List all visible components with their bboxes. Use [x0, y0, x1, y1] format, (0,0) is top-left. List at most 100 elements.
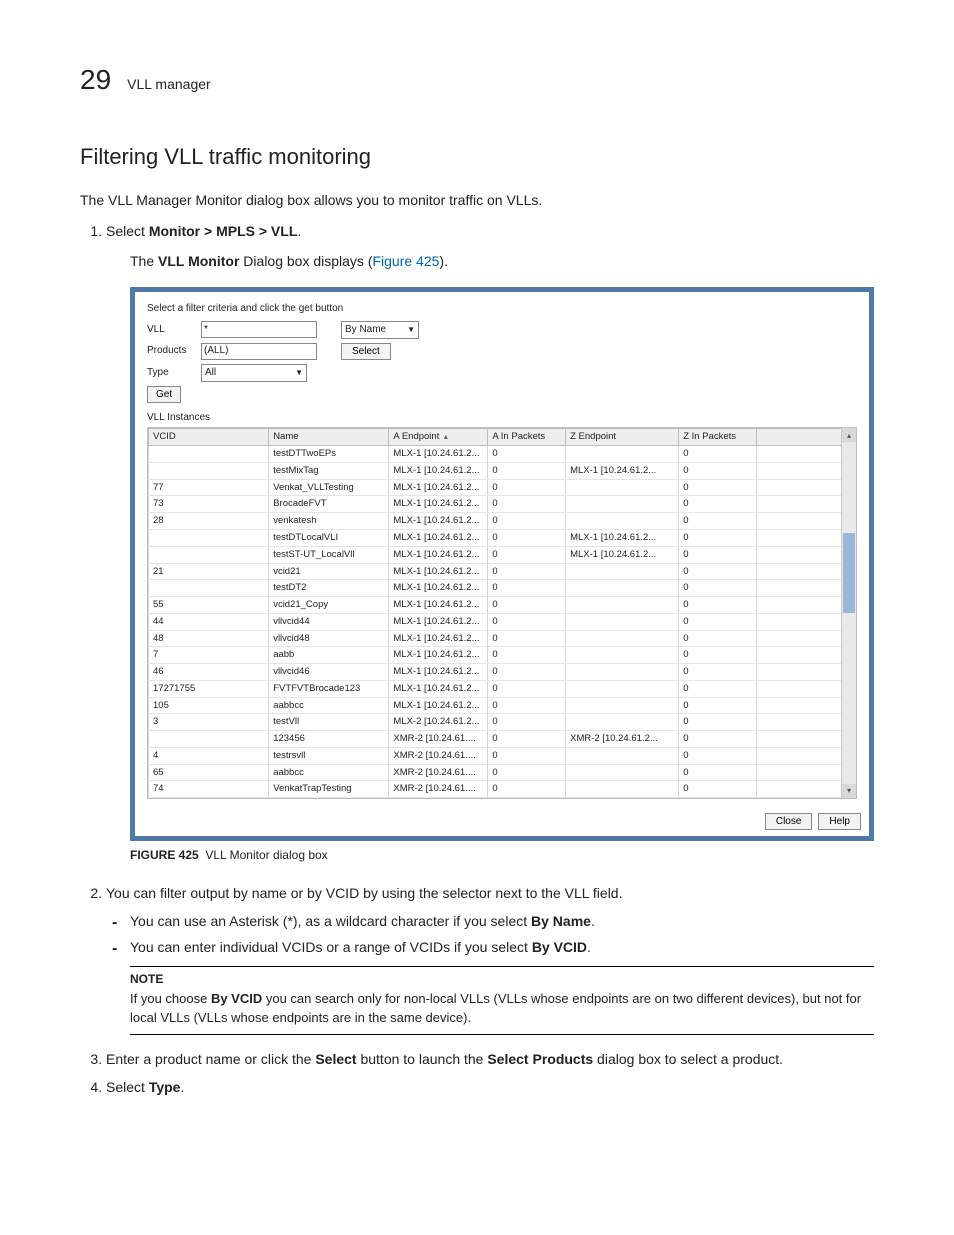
byname-select[interactable]: By Name ▼: [341, 321, 419, 339]
cell-ain: 0: [488, 731, 566, 748]
vll-monitor-dialog: Select a filter criteria and click the g…: [130, 287, 874, 841]
cell-aep: MLX-1 [10.24.61.2...: [389, 664, 488, 681]
table-row[interactable]: 21vcid21MLX-1 [10.24.61.2...00: [149, 563, 856, 580]
table-row[interactable]: 28venkateshMLX-1 [10.24.61.2...00: [149, 513, 856, 530]
table-row[interactable]: 77Venkat_VLLTestingMLX-1 [10.24.61.2...0…: [149, 479, 856, 496]
cell-aep: MLX-1 [10.24.61.2...: [389, 563, 488, 580]
select-button[interactable]: Select: [341, 343, 391, 360]
table-row[interactable]: testMixTagMLX-1 [10.24.61.2...0MLX-1 [10…: [149, 462, 856, 479]
table-row[interactable]: testDTTwoEPsMLX-1 [10.24.61.2...00: [149, 446, 856, 463]
cell-name: Venkat_VLLTesting: [269, 479, 389, 496]
type-label: Type: [147, 366, 195, 381]
cell-aep: MLX-1 [10.24.61.2...: [389, 647, 488, 664]
cell-name: BrocadeFVT: [269, 496, 389, 513]
cell-aep: MLX-1 [10.24.61.2...: [389, 546, 488, 563]
cell-ain: 0: [488, 613, 566, 630]
cell-zep: [566, 647, 679, 664]
col-vcid[interactable]: VCID: [149, 429, 269, 446]
step-1: Select Monitor > MPLS > VLL. The VLL Mon…: [106, 221, 874, 865]
cell-name: VenkatTrapTesting: [269, 781, 389, 798]
help-button[interactable]: Help: [818, 813, 861, 830]
cell-aep: MLX-1 [10.24.61.2...: [389, 513, 488, 530]
cell-name: aabb: [269, 647, 389, 664]
cell-vcid: 48: [149, 630, 269, 647]
table-row[interactable]: 17271755FVTFVTBrocade123MLX-1 [10.24.61.…: [149, 680, 856, 697]
cell-aep: MLX-1 [10.24.61.2...: [389, 529, 488, 546]
cell-ain: 0: [488, 764, 566, 781]
col-ainpackets[interactable]: A In Packets: [488, 429, 566, 446]
step1-sub-d: ).: [439, 253, 448, 269]
cell-aep: MLX-1 [10.24.61.2...: [389, 697, 488, 714]
cell-ain: 0: [488, 462, 566, 479]
page-number: 29: [80, 60, 111, 101]
close-button[interactable]: Close: [765, 813, 813, 830]
table-row[interactable]: 73BrocadeFVTMLX-1 [10.24.61.2...00: [149, 496, 856, 513]
get-button[interactable]: Get: [147, 386, 181, 403]
cell-ain: 0: [488, 781, 566, 798]
cell-ain: 0: [488, 479, 566, 496]
figure-caption: FIGURE 425 VLL Monitor dialog box: [130, 847, 874, 864]
vll-input[interactable]: [201, 321, 317, 338]
type-select[interactable]: All ▼: [201, 364, 307, 382]
cell-ain: 0: [488, 647, 566, 664]
scroll-thumb[interactable]: [843, 533, 855, 613]
vll-label: VLL: [147, 323, 195, 338]
col-zendpoint[interactable]: Z Endpoint: [566, 429, 679, 446]
step2-text: You can filter output by name or by VCID…: [106, 885, 622, 901]
table-row[interactable]: 105aabbccMLX-1 [10.24.61.2...00: [149, 697, 856, 714]
table-row[interactable]: 74VenkatTrapTestingXMR-2 [10.24.61....00: [149, 781, 856, 798]
cell-vcid: 74: [149, 781, 269, 798]
table-row[interactable]: 55vcid21_CopyMLX-1 [10.24.61.2...00: [149, 597, 856, 614]
step2-bullet-2: You can enter individual VCIDs or a rang…: [130, 937, 874, 957]
table-row[interactable]: testDT2MLX-1 [10.24.61.2...00: [149, 580, 856, 597]
cell-zep: [566, 613, 679, 630]
cell-ain: 0: [488, 664, 566, 681]
cell-zep: MLX-1 [10.24.61.2...: [566, 462, 679, 479]
cell-name: vcid21: [269, 563, 389, 580]
table-row[interactable]: 48vllvcid48MLX-1 [10.24.61.2...00: [149, 630, 856, 647]
cell-ain: 0: [488, 680, 566, 697]
step1-sub-link[interactable]: Figure 425: [372, 253, 439, 269]
sort-asc-icon: ▲: [442, 434, 449, 441]
cell-zep: MLX-1 [10.24.61.2...: [566, 546, 679, 563]
cell-zep: [566, 479, 679, 496]
cell-zin: 0: [679, 714, 757, 731]
cell-name: aabbcc: [269, 697, 389, 714]
table-row[interactable]: 3testVllMLX-2 [10.24.61.2...00: [149, 714, 856, 731]
cell-aep: MLX-1 [10.24.61.2...: [389, 462, 488, 479]
cell-vcid: 44: [149, 613, 269, 630]
col-aendpoint[interactable]: A Endpoint▲: [389, 429, 488, 446]
cell-zep: [566, 764, 679, 781]
col-zinpackets[interactable]: Z In Packets: [679, 429, 757, 446]
col-name[interactable]: Name: [269, 429, 389, 446]
table-row[interactable]: testDTLocalVLIMLX-1 [10.24.61.2...0MLX-1…: [149, 529, 856, 546]
step1-tail: .: [297, 223, 301, 239]
cell-name: vllvcid44: [269, 613, 389, 630]
cell-zin: 0: [679, 630, 757, 647]
cell-aep: MLX-1 [10.24.61.2...: [389, 580, 488, 597]
table-row[interactable]: 7aabbMLX-1 [10.24.61.2...00: [149, 647, 856, 664]
note-rule-top: [130, 966, 874, 967]
table-row[interactable]: 46vllvcid46MLX-1 [10.24.61.2...00: [149, 664, 856, 681]
table-row[interactable]: 65aabbccXMR-2 [10.24.61....00: [149, 764, 856, 781]
cell-zep: [566, 563, 679, 580]
cell-aep: XMR-2 [10.24.61....: [389, 731, 488, 748]
scroll-up-icon[interactable]: ▴: [842, 428, 856, 442]
cell-zin: 0: [679, 529, 757, 546]
cell-zin: 0: [679, 680, 757, 697]
table-row[interactable]: 4testrsvllXMR-2 [10.24.61....00: [149, 747, 856, 764]
cell-name: vllvcid46: [269, 664, 389, 681]
cell-zep: [566, 446, 679, 463]
cell-zep: [566, 714, 679, 731]
cell-zin: 0: [679, 563, 757, 580]
table-row[interactable]: testST-UT_LocalVllMLX-1 [10.24.61.2...0M…: [149, 546, 856, 563]
table-row[interactable]: 44vllvcid44MLX-1 [10.24.61.2...00: [149, 613, 856, 630]
cell-zin: 0: [679, 731, 757, 748]
vll-instances-label: VLL Instances: [147, 411, 857, 426]
scroll-down-icon[interactable]: ▾: [842, 784, 856, 798]
table-scrollbar[interactable]: ▴ ▾: [841, 428, 856, 798]
cell-vcid: 4: [149, 747, 269, 764]
table-row[interactable]: 123456XMR-2 [10.24.61....0XMR-2 [10.24.6…: [149, 731, 856, 748]
cell-zep: [566, 580, 679, 597]
cell-vcid: 3: [149, 714, 269, 731]
